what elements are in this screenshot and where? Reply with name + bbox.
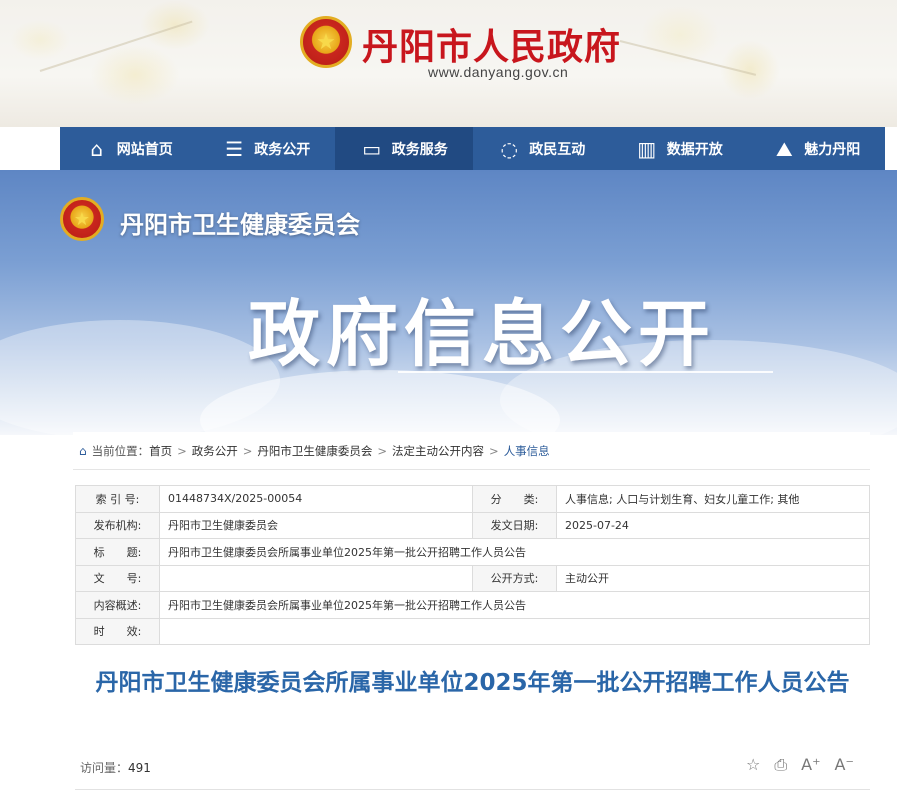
hero-title: 政府信息公开 xyxy=(248,292,717,376)
bar-chart-icon: ▥ xyxy=(637,136,657,161)
breadcrumb-separator: > xyxy=(177,443,187,458)
national-emblem-icon[interactable]: ★ xyxy=(300,16,352,68)
breadcrumb-item-gov-affairs[interactable]: 政务公开 xyxy=(192,443,238,459)
category-value: 人事信息; 人口与计划生育、妇女儿童工作; 其他 xyxy=(556,485,870,513)
mode-label: 公开方式: xyxy=(472,564,557,592)
visit-count: 访问量：491 xyxy=(80,759,151,776)
validity-value xyxy=(159,617,870,645)
summary-value: 丹阳市卫生健康委员会所属事业单位2025年第一批公开招聘工作人员公告 xyxy=(159,591,870,619)
font-smaller-icon[interactable]: A⁻ xyxy=(835,755,854,775)
table-row: 内容概述: 丹阳市卫生健康委员会所属事业单位2025年第一批公开招聘工作人员公告 xyxy=(75,591,870,619)
location-icon: ⌂ xyxy=(79,443,87,458)
table-row: 发布机构: 丹阳市卫生健康委员会 发文日期: 2025-07-24 xyxy=(75,511,870,539)
summary-label: 内容概述: xyxy=(75,591,160,619)
nav-item-label: 网站首页 xyxy=(116,141,173,158)
home-icon: ⌂ xyxy=(90,136,104,161)
osmanthus-decoration xyxy=(720,40,780,100)
issuer-label: 发布机构: xyxy=(75,511,160,539)
site-title[interactable]: 丹阳市人民政府 xyxy=(362,18,621,70)
breadcrumb-separator: > xyxy=(489,443,499,458)
index-label: 索 引 号: xyxy=(75,485,160,513)
breadcrumb-separator: > xyxy=(377,443,388,458)
document-icon: ☰ xyxy=(225,136,244,161)
nav-item-home[interactable]: ⌂ 网站首页 xyxy=(60,127,198,170)
print-icon[interactable]: ⎙ xyxy=(774,755,787,775)
docno-value xyxy=(159,564,473,592)
title-label: 标 题: xyxy=(75,538,160,566)
font-larger-icon[interactable]: A⁺ xyxy=(801,755,820,775)
validity-label: 时 效: xyxy=(75,617,160,645)
breadcrumb-item-home[interactable]: 首页 xyxy=(149,443,172,459)
docno-label: 文 号: xyxy=(75,564,160,592)
title-value: 丹阳市卫生健康委员会所属事业单位2025年第一批公开招聘工作人员公告 xyxy=(159,538,870,566)
category-label: 分 类: xyxy=(472,485,557,513)
nav-item-label: 数据开放 xyxy=(666,141,723,158)
osmanthus-decoration xyxy=(10,20,70,60)
hero-underline xyxy=(398,371,773,373)
national-emblem-icon: ★ xyxy=(60,197,104,241)
document-metadata-table: 索 引 号: 01448734X/2025-00054 分 类: 人事信息; 人… xyxy=(75,485,870,645)
issuer-value: 丹阳市卫生健康委员会 xyxy=(159,511,473,539)
breadcrumb-prefix: 当前位置： xyxy=(91,443,150,458)
table-row: 标 题: 丹阳市卫生健康委员会所属事业单位2025年第一批公开招聘工作人员公告 xyxy=(75,538,870,566)
chat-icon: ◌ xyxy=(500,136,518,161)
site-url: www.danyang.gov.cn xyxy=(428,64,569,80)
date-value: 2025-07-24 xyxy=(556,511,870,539)
visit-count-value: 491 xyxy=(128,761,151,775)
nav-item-label: 政务公开 xyxy=(254,141,311,158)
favorite-star-icon[interactable]: ☆ xyxy=(746,755,760,775)
table-row: 时 效: xyxy=(75,617,870,645)
department-name: 丹阳市卫生健康委员会 xyxy=(120,211,360,239)
nav-item-label: 魅力丹阳 xyxy=(804,141,861,158)
monitor-icon: ▭ xyxy=(362,136,382,161)
nav-item-charm-danyang[interactable]: ⛰ 魅力丹阳 xyxy=(748,127,886,170)
breadcrumb-item-department[interactable]: 丹阳市卫生健康委员会 xyxy=(257,443,372,459)
nav-item-label: 政民互动 xyxy=(529,141,586,158)
nav-item-label: 政务服务 xyxy=(391,141,448,158)
article-title: 丹阳市卫生健康委员会所属事业单位2025年第一批公开招聘工作人员公告 xyxy=(95,670,850,696)
index-value: 01448734X/2025-00054 xyxy=(159,485,473,513)
mode-value: 主动公开 xyxy=(556,564,870,592)
divider xyxy=(75,789,870,790)
nav-item-gov-services[interactable]: ▭ 政务服务 xyxy=(335,127,473,170)
main-nav: ⌂ 网站首页 ☰ 政务公开 ▭ 政务服务 ◌ 政民互动 ▥ 数据开放 ⛰ 魅力丹… xyxy=(60,127,885,170)
landmark-icon: ⛰ xyxy=(775,136,793,161)
table-row: 索 引 号: 01448734X/2025-00054 分 类: 人事信息; 人… xyxy=(75,485,870,513)
breadcrumb-separator: > xyxy=(242,443,253,458)
nav-item-gov-affairs[interactable]: ☰ 政务公开 xyxy=(198,127,336,170)
nav-item-interaction[interactable]: ◌ 政民互动 xyxy=(473,127,611,170)
table-row: 文 号: 公开方式: 主动公开 xyxy=(75,564,870,592)
date-label: 发文日期: xyxy=(472,511,557,539)
breadcrumb: ⌂ 当前位置： 首页 > 政务公开 > 丹阳市卫生健康委员会 > 法定主动公开内… xyxy=(73,432,870,470)
osmanthus-decoration xyxy=(90,45,180,105)
nav-item-open-data[interactable]: ▥ 数据开放 xyxy=(610,127,748,170)
article-tools: ☆ ⎙ A⁺ A⁻ xyxy=(746,755,854,775)
breadcrumb-item-current[interactable]: 人事信息 xyxy=(504,443,550,459)
visit-count-label: 访问量： xyxy=(80,761,129,775)
breadcrumb-item-statutory[interactable]: 法定主动公开内容 xyxy=(392,443,484,459)
